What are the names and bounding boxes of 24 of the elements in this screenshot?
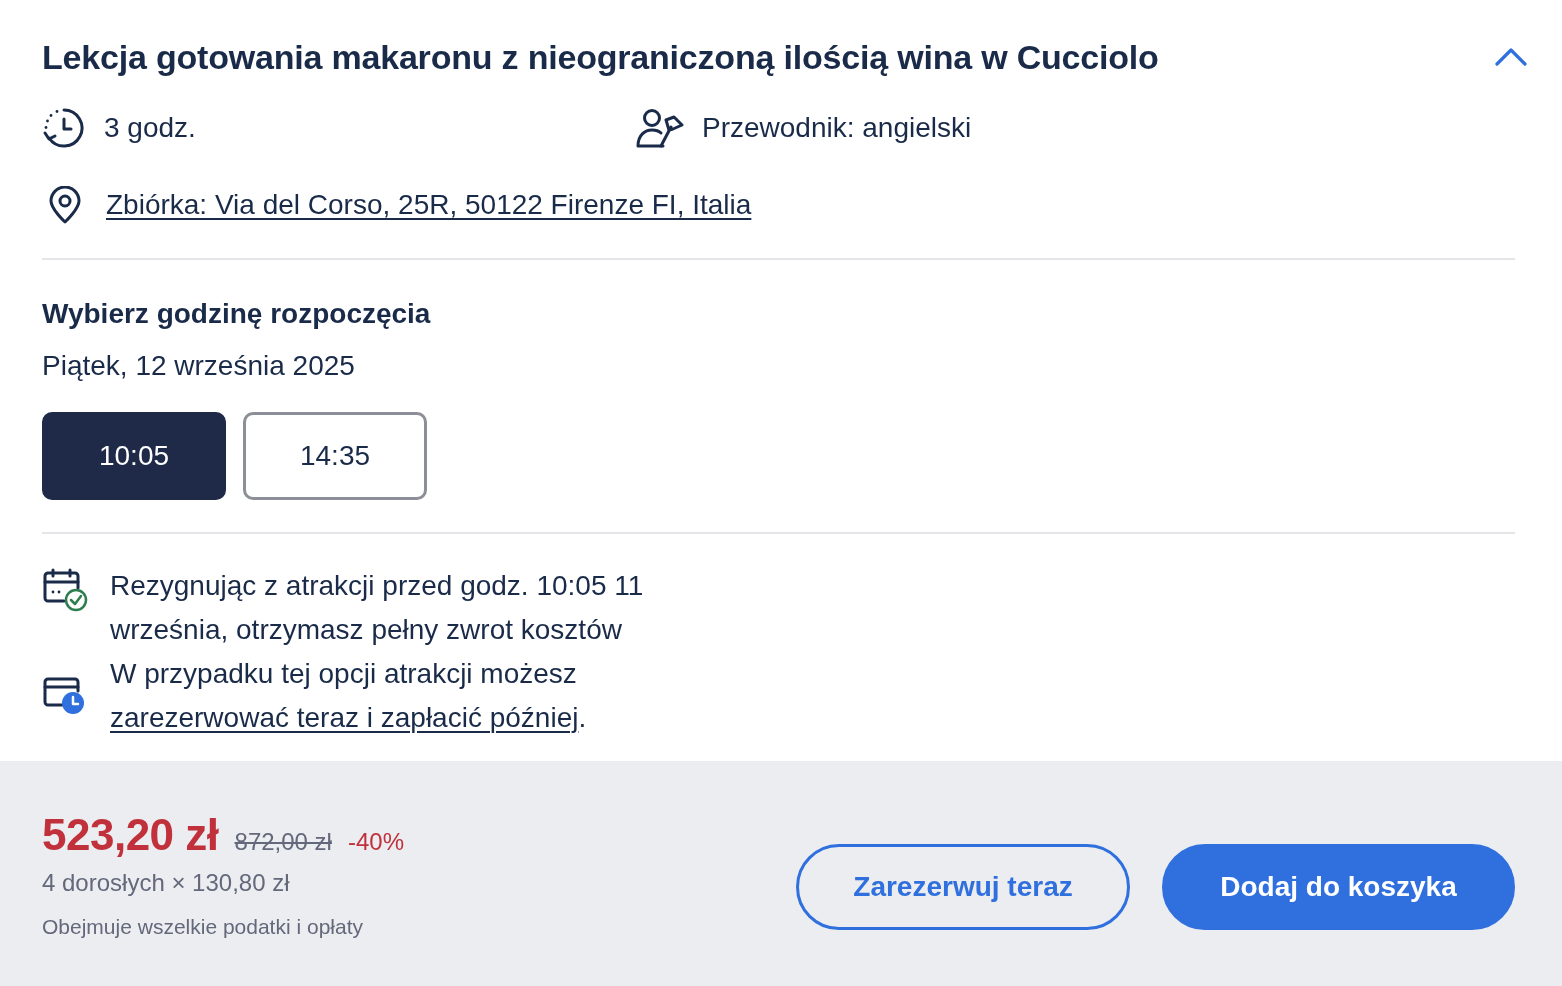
- duration-text: 3 godz.: [104, 111, 196, 145]
- chevron-up-icon[interactable]: [1495, 48, 1527, 66]
- add-to-cart-button[interactable]: Dodaj do koszyka: [1162, 844, 1515, 930]
- payment-option-text: W przypadku tej opcji atrakcji możesz zarezerwować teraz i zapłacić później.: [110, 657, 588, 735]
- price-breakdown: 4 dorosłych × 130,80 zł: [42, 868, 291, 898]
- location-pin-icon: [48, 186, 82, 224]
- cancellation-policy-text: Rezygnując z atrakcji przed godz. 10:05 11 września, otrzymasz pełny zwrot kosztów: [110, 569, 645, 647]
- reserve-pay-later-link[interactable]: zarezerwować teraz i zapłacić później: [110, 702, 579, 733]
- activity-title: Lekcja gotowania makaronu z nieograniczoną ilością wina w Cucciolo: [42, 37, 1159, 78]
- date-text: Piątek, 12 września 2025: [42, 349, 356, 383]
- calendar-check-icon: [42, 568, 88, 612]
- card-clock-icon: [42, 676, 86, 716]
- person-flag-icon: [636, 108, 684, 148]
- current-price: 523,20 zł: [42, 809, 219, 861]
- tax-note: Obejmuje wszelkie podatki i opłaty: [42, 914, 364, 940]
- clock-arrow-icon: [42, 106, 86, 150]
- time-slot-button[interactable]: 14:35: [243, 412, 427, 500]
- section-heading: Wybierz godzinę rozpoczęcia: [42, 297, 432, 331]
- time-slot-button[interactable]: 10:05: [42, 412, 226, 500]
- reserve-button[interactable]: Zarezerwuj teraz: [796, 844, 1130, 930]
- original-price: 872,00 zł: [234, 828, 332, 856]
- discount-text: -40%: [347, 828, 404, 856]
- guide-language-text: Przewodnik: angielski: [702, 111, 972, 145]
- meeting-point-link[interactable]: Zbiórka: Via del Corso, 25R, 50122 Firenze FI, Italia: [106, 187, 752, 223]
